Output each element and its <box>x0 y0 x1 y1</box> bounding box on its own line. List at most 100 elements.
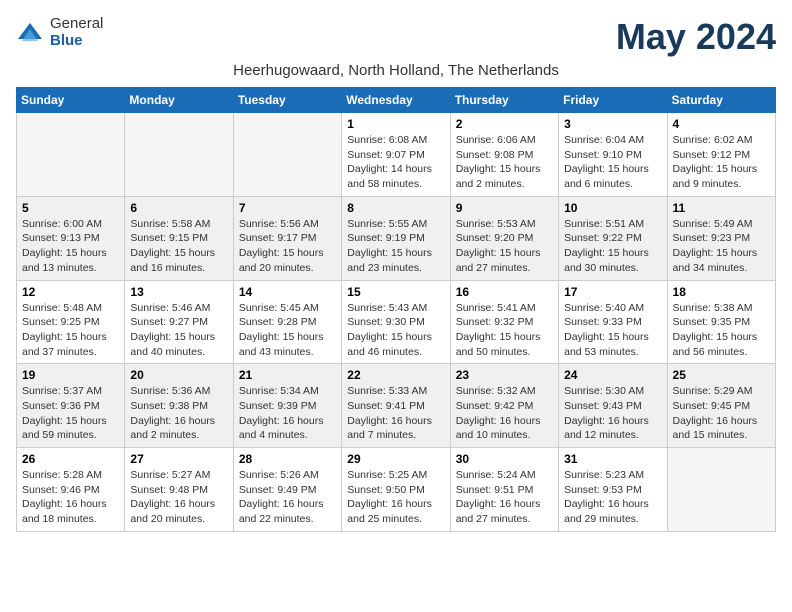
day-number: 5 <box>22 201 119 215</box>
day-info: Sunrise: 6:02 AM Sunset: 9:12 PM Dayligh… <box>673 133 770 192</box>
day-number: 28 <box>239 452 336 466</box>
logo-icon <box>16 19 44 47</box>
logo: General Blue <box>16 16 103 49</box>
day-info: Sunrise: 5:36 AM Sunset: 9:38 PM Dayligh… <box>130 384 227 443</box>
day-number: 12 <box>22 285 119 299</box>
calendar-week-row: 5 Sunrise: 6:00 AM Sunset: 9:13 PM Daylig… <box>17 196 776 280</box>
day-number: 6 <box>130 201 227 215</box>
day-info: Sunrise: 5:30 AM Sunset: 9:43 PM Dayligh… <box>564 384 661 443</box>
day-info: Sunrise: 5:51 AM Sunset: 9:22 PM Dayligh… <box>564 217 661 276</box>
calendar-day-cell: 25 Sunrise: 5:29 AM Sunset: 9:45 PM Dayli… <box>667 364 775 448</box>
day-of-week-header: Friday <box>559 88 667 113</box>
day-info: Sunrise: 6:04 AM Sunset: 9:10 PM Dayligh… <box>564 133 661 192</box>
calendar-day-cell: 5 Sunrise: 6:00 AM Sunset: 9:13 PM Daylig… <box>17 196 125 280</box>
day-number: 1 <box>347 117 444 131</box>
day-info: Sunrise: 6:06 AM Sunset: 9:08 PM Dayligh… <box>456 133 553 192</box>
day-info: Sunrise: 5:56 AM Sunset: 9:17 PM Dayligh… <box>239 217 336 276</box>
day-number: 29 <box>347 452 444 466</box>
day-info: Sunrise: 6:00 AM Sunset: 9:13 PM Dayligh… <box>22 217 119 276</box>
day-info: Sunrise: 5:49 AM Sunset: 9:23 PM Dayligh… <box>673 217 770 276</box>
day-number: 23 <box>456 368 553 382</box>
calendar-day-cell: 6 Sunrise: 5:58 AM Sunset: 9:15 PM Daylig… <box>125 196 233 280</box>
calendar-day-cell: 17 Sunrise: 5:40 AM Sunset: 9:33 PM Dayli… <box>559 280 667 364</box>
day-number: 26 <box>22 452 119 466</box>
day-number: 11 <box>673 201 770 215</box>
calendar-day-cell: 13Sunrise: 5:46 AM Sunset: 9:27 PM Dayli… <box>125 280 233 364</box>
day-number: 30 <box>456 452 553 466</box>
calendar-day-cell: 10Sunrise: 5:51 AM Sunset: 9:22 PM Dayli… <box>559 196 667 280</box>
day-info: Sunrise: 5:48 AM Sunset: 9:25 PM Dayligh… <box>22 301 119 360</box>
calendar-day-cell: 15 Sunrise: 5:43 AM Sunset: 9:30 PM Dayli… <box>342 280 450 364</box>
calendar-day-cell: 7 Sunrise: 5:56 AM Sunset: 9:17 PM Daylig… <box>233 196 341 280</box>
calendar-week-row: 1 Sunrise: 6:08 AM Sunset: 9:07 PM Daylig… <box>17 113 776 197</box>
day-info: Sunrise: 5:38 AM Sunset: 9:35 PM Dayligh… <box>673 301 770 360</box>
day-info: Sunrise: 5:40 AM Sunset: 9:33 PM Dayligh… <box>564 301 661 360</box>
calendar-day-cell: 14Sunrise: 5:45 AM Sunset: 9:28 PM Dayli… <box>233 280 341 364</box>
calendar-day-cell: 23 Sunrise: 5:32 AM Sunset: 9:42 PM Dayli… <box>450 364 558 448</box>
day-number: 7 <box>239 201 336 215</box>
day-number: 25 <box>673 368 770 382</box>
calendar-table: SundayMondayTuesdayWednesdayThursdayFrid… <box>16 87 776 532</box>
day-number: 3 <box>564 117 661 131</box>
day-number: 15 <box>347 285 444 299</box>
calendar-day-cell: 30 Sunrise: 5:24 AM Sunset: 9:51 PM Dayli… <box>450 448 558 532</box>
day-number: 17 <box>564 285 661 299</box>
day-info: Sunrise: 5:37 AM Sunset: 9:36 PM Dayligh… <box>22 384 119 443</box>
calendar-day-cell: 8Sunrise: 5:55 AM Sunset: 9:19 PM Daylig… <box>342 196 450 280</box>
day-number: 31 <box>564 452 661 466</box>
page-header: General Blue May 2024 <box>16 16 776 58</box>
day-number: 19 <box>22 368 119 382</box>
calendar-day-cell: 20 Sunrise: 5:36 AM Sunset: 9:38 PM Dayli… <box>125 364 233 448</box>
calendar-day-cell: 21Sunrise: 5:34 AM Sunset: 9:39 PM Dayli… <box>233 364 341 448</box>
day-number: 27 <box>130 452 227 466</box>
calendar-day-cell: 16Sunrise: 5:41 AM Sunset: 9:32 PM Dayli… <box>450 280 558 364</box>
day-of-week-header: Saturday <box>667 88 775 113</box>
day-info: Sunrise: 5:32 AM Sunset: 9:42 PM Dayligh… <box>456 384 553 443</box>
logo-blue-label: Blue <box>50 33 103 50</box>
calendar-day-cell: 28 Sunrise: 5:26 AM Sunset: 9:49 PM Dayli… <box>233 448 341 532</box>
calendar-day-cell: 27 Sunrise: 5:27 AM Sunset: 9:48 PM Dayli… <box>125 448 233 532</box>
day-number: 20 <box>130 368 227 382</box>
logo-text: General Blue <box>50 16 103 49</box>
calendar-day-cell: 24 Sunrise: 5:30 AM Sunset: 9:43 PM Dayli… <box>559 364 667 448</box>
calendar-week-row: 26Sunrise: 5:28 AM Sunset: 9:46 PM Dayli… <box>17 448 776 532</box>
day-info: Sunrise: 5:53 AM Sunset: 9:20 PM Dayligh… <box>456 217 553 276</box>
calendar-day-cell: 22 Sunrise: 5:33 AM Sunset: 9:41 PM Dayli… <box>342 364 450 448</box>
calendar-day-cell: 11 Sunrise: 5:49 AM Sunset: 9:23 PM Dayli… <box>667 196 775 280</box>
calendar-day-cell: 29 Sunrise: 5:25 AM Sunset: 9:50 PM Dayli… <box>342 448 450 532</box>
day-number: 21 <box>239 368 336 382</box>
day-of-week-header: Sunday <box>17 88 125 113</box>
day-info: Sunrise: 5:23 AM Sunset: 9:53 PM Dayligh… <box>564 468 661 527</box>
day-info: Sunrise: 5:43 AM Sunset: 9:30 PM Dayligh… <box>347 301 444 360</box>
calendar-day-cell: 18 Sunrise: 5:38 AM Sunset: 9:35 PM Dayli… <box>667 280 775 364</box>
day-number: 22 <box>347 368 444 382</box>
day-info: Sunrise: 5:58 AM Sunset: 9:15 PM Dayligh… <box>130 217 227 276</box>
calendar-day-cell: 4Sunrise: 6:02 AM Sunset: 9:12 PM Daylig… <box>667 113 775 197</box>
day-info: Sunrise: 5:29 AM Sunset: 9:45 PM Dayligh… <box>673 384 770 443</box>
day-number: 16 <box>456 285 553 299</box>
calendar-day-cell: 12 Sunrise: 5:48 AM Sunset: 9:25 PM Dayli… <box>17 280 125 364</box>
calendar-day-cell: 31 Sunrise: 5:23 AM Sunset: 9:53 PM Dayli… <box>559 448 667 532</box>
day-info: Sunrise: 5:27 AM Sunset: 9:48 PM Dayligh… <box>130 468 227 527</box>
logo-general-label: General <box>50 16 103 33</box>
day-info: Sunrise: 6:08 AM Sunset: 9:07 PM Dayligh… <box>347 133 444 192</box>
day-info: Sunrise: 5:55 AM Sunset: 9:19 PM Dayligh… <box>347 217 444 276</box>
calendar-header-row: SundayMondayTuesdayWednesdayThursdayFrid… <box>17 88 776 113</box>
calendar-day-cell <box>17 113 125 197</box>
day-of-week-header: Thursday <box>450 88 558 113</box>
day-number: 24 <box>564 368 661 382</box>
calendar-day-cell <box>667 448 775 532</box>
location-subtitle: Heerhugowaard, North Holland, The Nether… <box>16 62 776 79</box>
calendar-day-cell: 19 Sunrise: 5:37 AM Sunset: 9:36 PM Dayli… <box>17 364 125 448</box>
day-info: Sunrise: 5:26 AM Sunset: 9:49 PM Dayligh… <box>239 468 336 527</box>
day-info: Sunrise: 5:24 AM Sunset: 9:51 PM Dayligh… <box>456 468 553 527</box>
calendar-day-cell: 9Sunrise: 5:53 AM Sunset: 9:20 PM Daylig… <box>450 196 558 280</box>
day-info: Sunrise: 5:45 AM Sunset: 9:28 PM Dayligh… <box>239 301 336 360</box>
day-number: 18 <box>673 285 770 299</box>
day-info: Sunrise: 5:33 AM Sunset: 9:41 PM Dayligh… <box>347 384 444 443</box>
calendar-day-cell <box>125 113 233 197</box>
day-info: Sunrise: 5:25 AM Sunset: 9:50 PM Dayligh… <box>347 468 444 527</box>
day-of-week-header: Monday <box>125 88 233 113</box>
day-number: 2 <box>456 117 553 131</box>
day-info: Sunrise: 5:46 AM Sunset: 9:27 PM Dayligh… <box>130 301 227 360</box>
